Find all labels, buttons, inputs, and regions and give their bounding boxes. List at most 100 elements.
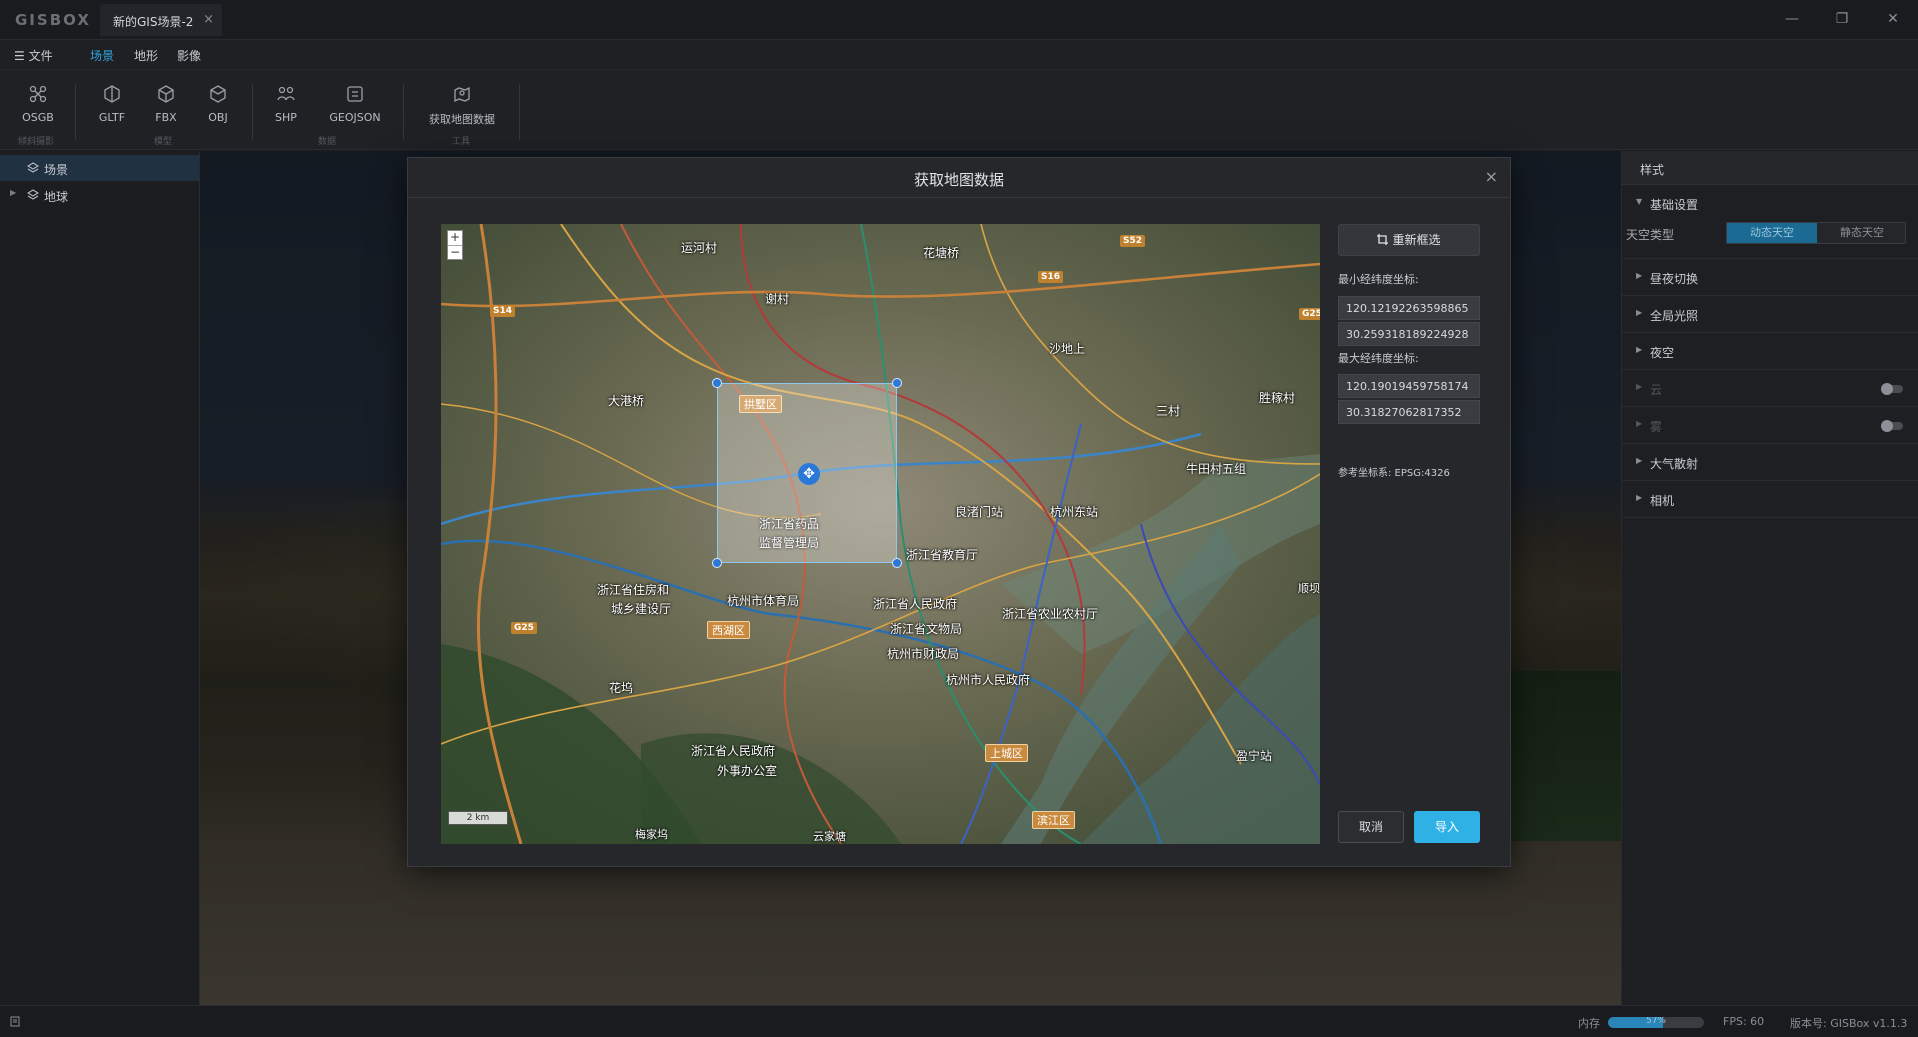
dialog-header: 获取地图数据 × bbox=[408, 158, 1510, 198]
layers-icon bbox=[27, 162, 39, 173]
resize-handle-top-left[interactable] bbox=[712, 378, 722, 388]
map-label: 花塘桥 bbox=[923, 246, 960, 260]
map-data-icon bbox=[454, 86, 470, 103]
section-label: 相机 bbox=[1650, 494, 1675, 508]
expand-arrow-icon: ▶ bbox=[1636, 493, 1643, 502]
map-label: 顺坝 bbox=[1298, 582, 1320, 595]
import-button[interactable]: 导入 bbox=[1414, 811, 1480, 843]
section-cloud[interactable]: ▶ 云 bbox=[1622, 370, 1918, 407]
memory-label: 内存 bbox=[1578, 1017, 1600, 1030]
resize-handle-bottom-right[interactable] bbox=[892, 558, 902, 568]
shp-icon bbox=[277, 86, 295, 101]
obj-button[interactable]: OBJ bbox=[200, 84, 236, 124]
osgb-label: OSGB bbox=[22, 111, 54, 124]
tree-item-label: 地球 bbox=[44, 190, 69, 204]
note-icon[interactable] bbox=[10, 1016, 20, 1027]
map-label: 杭州市人民政府 bbox=[946, 673, 1031, 687]
station-label: 良渚门站 bbox=[955, 505, 1004, 519]
minimize-button[interactable]: — bbox=[1780, 8, 1804, 30]
dynamic-sky-option[interactable]: 动态天空 bbox=[1727, 223, 1817, 243]
section-label[interactable]: 基础设置 bbox=[1650, 196, 1698, 213]
scene-tree: 场景 ▶ 地球 bbox=[0, 151, 200, 1005]
tree-item-scene[interactable]: 场景 bbox=[0, 155, 199, 181]
menu-bar: ☰ 文件 场景 地形 影像 bbox=[0, 40, 1918, 72]
expand-arrow-icon: ▶ bbox=[1636, 345, 1643, 354]
zoom-out-button[interactable]: − bbox=[448, 245, 462, 259]
section-atmosphere[interactable]: ▶ 大气散射 bbox=[1622, 444, 1918, 481]
max-longitude-input[interactable] bbox=[1338, 374, 1480, 398]
satellite-map[interactable]: + − S14 S16 S52 G25 G25 运河村 花塘桥 谢村 沙地上 大… bbox=[441, 224, 1320, 844]
fog-toggle[interactable] bbox=[1881, 420, 1903, 432]
map-label: 三村 bbox=[1156, 404, 1181, 418]
section-label: 夜空 bbox=[1650, 346, 1675, 360]
document-tab-label: 新的GIS场景-2 bbox=[113, 15, 194, 29]
section-label: 云 bbox=[1650, 383, 1663, 397]
map-label: 花坞 bbox=[609, 681, 634, 695]
resize-handle-top-right[interactable] bbox=[892, 378, 902, 388]
map-label: 浙江省农业农村厅 bbox=[1002, 607, 1099, 621]
min-latitude-input[interactable] bbox=[1338, 322, 1480, 346]
highway-shield: S14 bbox=[490, 305, 516, 317]
highway-shield: G25 bbox=[1299, 308, 1320, 320]
gltf-button[interactable]: GLTF bbox=[94, 84, 130, 124]
cloud-toggle[interactable] bbox=[1881, 383, 1903, 395]
map-label: 运河村 bbox=[681, 241, 718, 255]
zoom-control: + − bbox=[447, 230, 463, 260]
section-day-night[interactable]: ▶ 昼夜切换 bbox=[1622, 259, 1918, 296]
menu-terrain[interactable]: 地形 bbox=[134, 47, 158, 64]
collapse-arrow-icon[interactable]: ▼ bbox=[1636, 197, 1642, 206]
cancel-button[interactable]: 取消 bbox=[1338, 811, 1404, 843]
osgb-button[interactable]: OSGB bbox=[20, 84, 56, 124]
restore-button[interactable]: ❐ bbox=[1830, 8, 1854, 30]
group-label-tools: 工具 bbox=[452, 137, 471, 147]
tree-item-label: 场景 bbox=[44, 163, 69, 177]
shp-button[interactable]: SHP bbox=[268, 84, 304, 124]
min-coord-label: 最小经纬度坐标: bbox=[1338, 273, 1419, 286]
section-fog[interactable]: ▶ 雾 bbox=[1622, 407, 1918, 444]
district-badge: 上城区 bbox=[985, 744, 1028, 762]
section-global-lighting[interactable]: ▶ 全局光照 bbox=[1622, 296, 1918, 333]
tab-style[interactable]: 样式 bbox=[1640, 161, 1664, 178]
section-label: 雾 bbox=[1650, 420, 1663, 434]
section-night-sky[interactable]: ▶ 夜空 bbox=[1622, 333, 1918, 370]
map-label: 胜稼村 bbox=[1259, 391, 1296, 405]
ribbon-divider bbox=[403, 84, 404, 140]
menu-scene[interactable]: 场景 bbox=[90, 47, 115, 72]
map-label: 牛田村五组 bbox=[1186, 462, 1247, 476]
fps-readout: FPS: 60 bbox=[1723, 1015, 1765, 1028]
close-window-button[interactable]: ✕ bbox=[1881, 8, 1905, 30]
map-label: 城乡建设厅 bbox=[611, 602, 672, 616]
map-label: 浙江省人民政府 bbox=[873, 597, 958, 611]
static-sky-option[interactable]: 静态天空 bbox=[1817, 223, 1907, 243]
map-label: 浙江省教育厅 bbox=[906, 548, 979, 562]
sky-type-selector: 动态天空 静态天空 bbox=[1726, 222, 1906, 244]
ribbon-divider bbox=[75, 84, 76, 140]
geojson-button[interactable]: GEOJSON bbox=[325, 84, 385, 124]
close-icon[interactable]: × bbox=[1485, 167, 1498, 186]
move-icon[interactable]: ✥ bbox=[798, 463, 820, 485]
get-map-data-button[interactable]: 获取地图数据 bbox=[424, 84, 500, 127]
resize-handle-bottom-left[interactable] bbox=[712, 558, 722, 568]
group-label-data: 数据 bbox=[318, 137, 337, 147]
style-panel: 样式 ▼ 基础设置 天空类型 动态天空 静态天空 ▶ 昼夜切换 ▶ 全局光照 ▶… bbox=[1621, 151, 1918, 1005]
expand-arrow-icon[interactable]: ▶ bbox=[10, 188, 16, 197]
menu-imagery[interactable]: 影像 bbox=[177, 47, 201, 64]
document-tab[interactable]: 新的GIS场景-2 × bbox=[100, 4, 222, 36]
tree-item-globe[interactable]: ▶ 地球 bbox=[0, 182, 199, 208]
section-label: 昼夜切换 bbox=[1650, 272, 1699, 286]
close-tab-icon[interactable]: × bbox=[203, 12, 214, 27]
file-menu[interactable]: ☰ 文件 bbox=[14, 47, 53, 64]
expand-arrow-icon: ▶ bbox=[1636, 419, 1643, 428]
app-logo: GISBOX bbox=[15, 11, 91, 29]
max-latitude-input[interactable] bbox=[1338, 400, 1480, 424]
fbx-button[interactable]: FBX bbox=[148, 84, 184, 124]
selection-box[interactable]: ✥ bbox=[712, 378, 902, 568]
reselect-label: 重新框选 bbox=[1392, 233, 1441, 247]
min-longitude-input[interactable] bbox=[1338, 296, 1480, 320]
version-text: 版本号: GISBox v1.1.3 bbox=[1790, 1017, 1908, 1030]
map-label: 云家塘 bbox=[813, 830, 846, 843]
zoom-in-button[interactable]: + bbox=[448, 231, 462, 245]
section-camera[interactable]: ▶ 相机 bbox=[1622, 481, 1918, 518]
district-badge: 滨江区 bbox=[1032, 811, 1075, 829]
reselect-button[interactable]: 重新框选 bbox=[1338, 224, 1480, 256]
